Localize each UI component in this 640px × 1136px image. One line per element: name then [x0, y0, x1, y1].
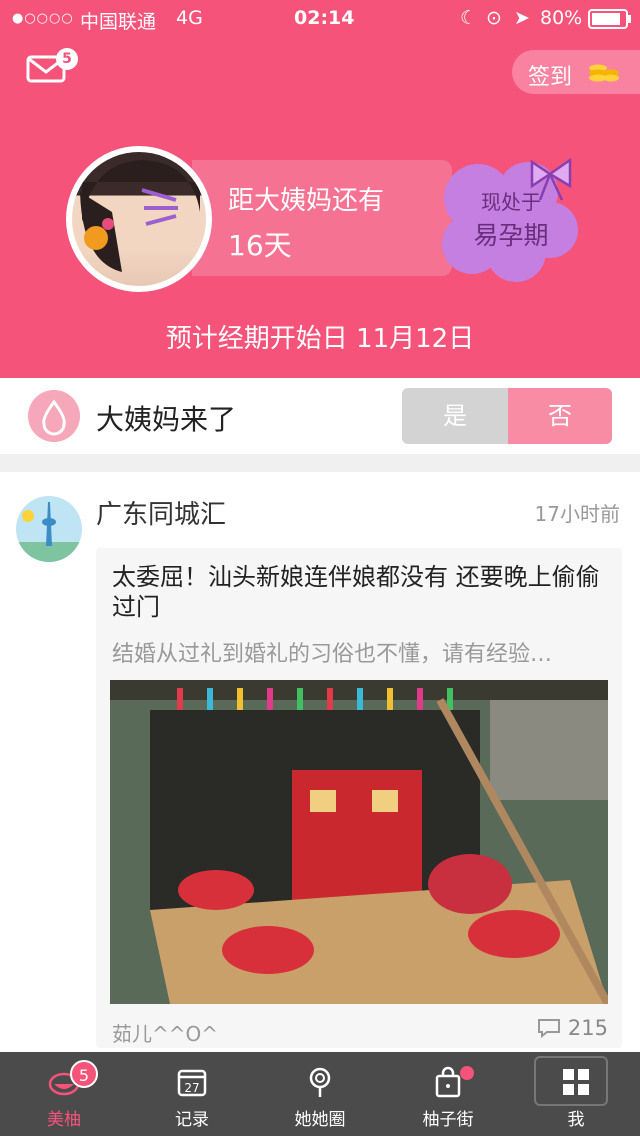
battery-percent: 80%: [540, 7, 583, 29]
coins-icon: [589, 64, 619, 82]
location-icon: ➤: [514, 7, 530, 29]
calendar-day: 27: [184, 1081, 199, 1095]
countdown-label: 距大姨妈还有: [228, 186, 385, 216]
period-no-button[interactable]: 否: [508, 388, 612, 444]
tab-me[interactable]: 我: [512, 1052, 640, 1136]
period-came-label: 大姨妈来了: [96, 403, 237, 436]
clock: 02:14: [294, 7, 355, 29]
grid-icon: [563, 1069, 589, 1095]
moon-icon: ☾: [460, 7, 478, 29]
tab-label: 她她圈: [294, 1110, 346, 1130]
mail-badge: 5: [56, 48, 78, 70]
rotation-lock-icon: ⊙: [486, 7, 502, 29]
post-summary: 结婚从过礼到婚礼的习俗也不懂，请有经验…: [112, 642, 553, 667]
tab-badge: 5: [70, 1060, 98, 1088]
notification-dot: [460, 1066, 474, 1080]
tab-record[interactable]: 27 记录: [128, 1052, 256, 1136]
tab-community[interactable]: 她她圈: [256, 1052, 384, 1136]
post-author[interactable]: 茹儿^^O^: [112, 1018, 218, 1047]
status-bar: ●○○○○ 中国联通 4G 02:14 ☾ ⊙ ➤ 80%: [0, 0, 640, 38]
calendar-icon: 27: [177, 1069, 207, 1097]
network-type: 4G: [176, 7, 203, 29]
post-time: 17小时前: [534, 502, 620, 526]
signin-label: 签到: [528, 65, 573, 90]
source-name[interactable]: 广东同城汇: [96, 494, 226, 531]
predicted-period-date: 预计经期开始日 11月12日: [165, 324, 475, 354]
comment-icon: [538, 1019, 561, 1039]
phase-prefix: 现处于: [481, 190, 541, 214]
tab-shop[interactable]: 柚子街: [384, 1052, 512, 1136]
signal-icon: ●○○○○: [12, 11, 74, 26]
lollipop-icon: [309, 1067, 331, 1097]
countdown-days: 16天: [228, 229, 292, 262]
carrier: 中国联通: [80, 11, 157, 33]
period-yes-button[interactable]: 是: [402, 388, 508, 444]
source-avatar[interactable]: [16, 496, 82, 562]
tab-label: 记录: [175, 1110, 209, 1130]
post-title[interactable]: 太委屈！汕头新娘连伴娘都没有 还要晚上偷偷过门: [112, 562, 606, 622]
tab-label: 美柚: [47, 1110, 81, 1130]
comment-count[interactable]: 215: [537, 1016, 608, 1040]
tab-meiyou[interactable]: 美柚: [0, 1052, 128, 1136]
tab-label: 柚子街: [422, 1110, 474, 1130]
comment-count-value: 215: [567, 1016, 608, 1040]
phase-value: 易孕期: [473, 221, 549, 250]
avatar[interactable]: [72, 152, 206, 286]
tab-label: 我: [567, 1110, 585, 1130]
avatar-photo: [80, 160, 200, 272]
battery-icon: [588, 9, 631, 29]
post-image[interactable]: [110, 680, 608, 1004]
drop-icon: [28, 390, 80, 442]
signin-button[interactable]: 签到: [512, 50, 640, 94]
